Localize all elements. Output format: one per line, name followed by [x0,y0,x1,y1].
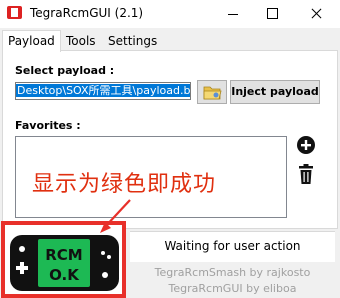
footer-credit-gui: TegraRcmGUI by eliboa [168,282,297,295]
browse-payload-button[interactable] [197,80,227,104]
payload-path-input[interactable]: Desktop\SOX所需工具\payload.bin [15,82,191,100]
trash-icon[interactable] [296,163,316,185]
rcm-label-line1: RCM [45,246,83,264]
rcm-status-icon: RCM O.K [10,235,119,291]
title-bar: TegraRcmGUI (2.1) [0,0,340,28]
status-message: Waiting for user action [164,239,301,253]
tab-tools[interactable]: Tools [62,32,100,50]
inject-payload-button[interactable]: Inject payload [230,80,320,104]
payload-path-value: Desktop\SOX所需工具\payload.bin [16,84,190,97]
red-arrow-pointer [100,199,131,233]
annotation-text: 显示为绿色即成功 [32,172,217,197]
close-button[interactable] [293,0,340,28]
window-title: TegraRcmGUI (2.1) [30,6,144,20]
tab-payload[interactable]: Payload [2,30,61,52]
rcm-label-line2: O.K [49,266,80,284]
footer-credit-smash: TegraRcmSmash by rajkosto [154,266,311,279]
minimize-button[interactable] [213,0,253,28]
favorites-label: Favorites : [15,119,81,132]
maximize-button[interactable] [253,0,293,28]
plus-circle-icon[interactable] [296,135,316,155]
select-payload-label: Select payload : [15,64,115,77]
switch-app-icon [7,6,22,19]
folder-icon [203,86,222,100]
tab-settings[interactable]: Settings [104,32,161,50]
